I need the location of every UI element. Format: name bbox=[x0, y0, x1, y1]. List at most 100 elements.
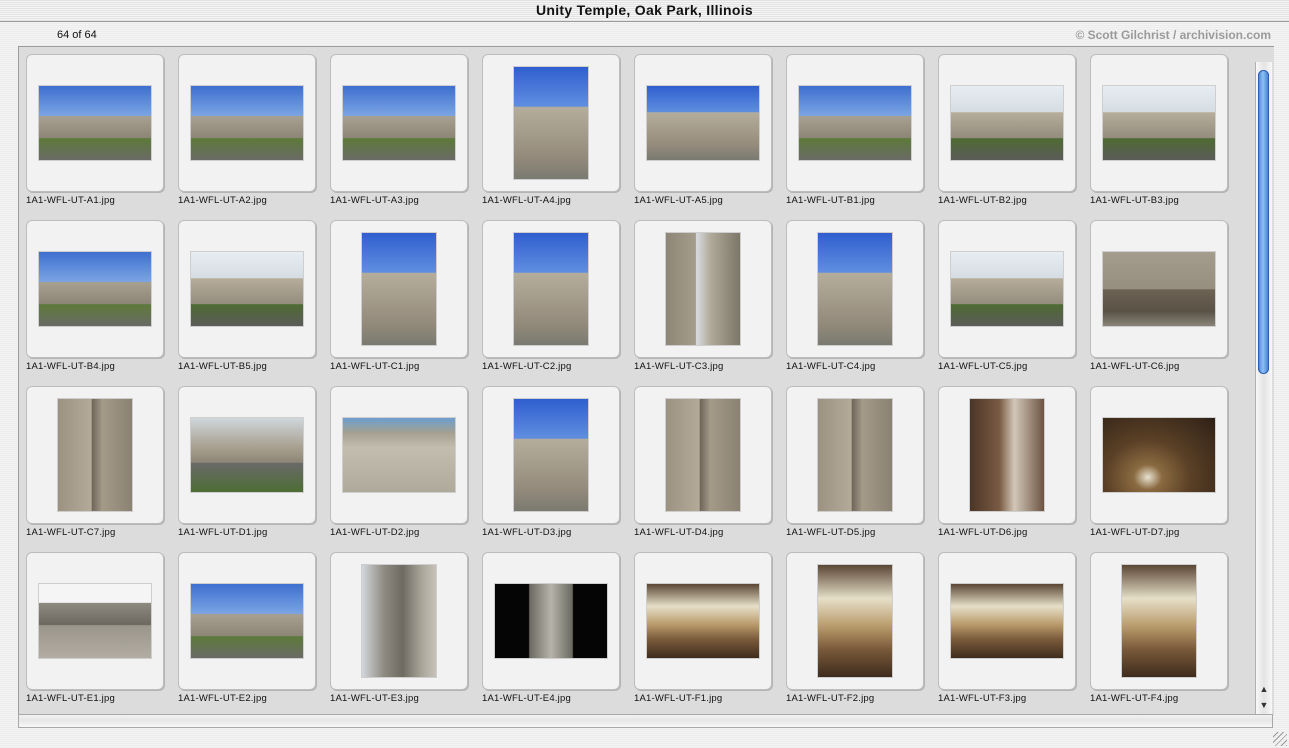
thumbnail-image[interactable] bbox=[951, 86, 1063, 160]
thumbnail-item[interactable]: 1A1-WFL-UT-E4.jpg bbox=[481, 551, 633, 715]
slide-mount[interactable] bbox=[1090, 386, 1228, 524]
thumbnail-image[interactable] bbox=[343, 418, 455, 492]
slide-mount[interactable] bbox=[634, 54, 772, 192]
slide-mount[interactable] bbox=[330, 386, 468, 524]
thumbnail-item[interactable]: 1A1-WFL-UT-B1.jpg bbox=[785, 53, 937, 219]
scroll-down-arrow-icon[interactable]: ▼ bbox=[1257, 698, 1271, 712]
thumbnail-item[interactable]: 1A1-WFL-UT-F2.jpg bbox=[785, 551, 937, 715]
slide-mount[interactable] bbox=[330, 54, 468, 192]
vertical-scrollbar[interactable]: ▲ ▼ bbox=[1255, 62, 1272, 714]
slide-mount[interactable] bbox=[178, 220, 316, 358]
thumbnail-image[interactable] bbox=[39, 86, 151, 160]
slide-mount[interactable] bbox=[330, 220, 468, 358]
thumbnail-image[interactable] bbox=[818, 233, 892, 345]
thumbnail-image[interactable] bbox=[799, 86, 911, 160]
slide-mount[interactable] bbox=[634, 552, 772, 690]
resize-grip-icon[interactable] bbox=[1273, 732, 1287, 746]
thumbnail-item[interactable]: 1A1-WFL-UT-D5.jpg bbox=[785, 385, 937, 551]
thumbnail-item[interactable]: 1A1-WFL-UT-B2.jpg bbox=[937, 53, 1089, 219]
slide-mount[interactable] bbox=[634, 386, 772, 524]
slide-mount[interactable] bbox=[1090, 54, 1228, 192]
thumbnail-item[interactable]: 1A1-WFL-UT-C7.jpg bbox=[25, 385, 177, 551]
thumbnail-item[interactable]: 1A1-WFL-UT-F3.jpg bbox=[937, 551, 1089, 715]
thumbnail-item[interactable]: 1A1-WFL-UT-D2.jpg bbox=[329, 385, 481, 551]
thumbnail-item[interactable]: 1A1-WFL-UT-E1.jpg bbox=[25, 551, 177, 715]
slide-mount[interactable] bbox=[330, 552, 468, 690]
thumbnail-image[interactable] bbox=[191, 86, 303, 160]
thumbnail-image[interactable] bbox=[191, 584, 303, 658]
thumbnail-item[interactable]: 1A1-WFL-UT-A2.jpg bbox=[177, 53, 329, 219]
thumbnail-image[interactable] bbox=[362, 233, 436, 345]
thumbnail-item[interactable]: 1A1-WFL-UT-D7.jpg bbox=[1089, 385, 1241, 551]
slide-mount[interactable] bbox=[786, 220, 924, 358]
scroll-up-arrow-icon[interactable]: ▲ bbox=[1257, 682, 1271, 696]
thumbnail-image[interactable] bbox=[1103, 252, 1215, 326]
thumbnail-image[interactable] bbox=[1103, 418, 1215, 492]
slide-mount[interactable] bbox=[178, 552, 316, 690]
slide-mount[interactable] bbox=[482, 386, 620, 524]
thumbnail-item[interactable]: 1A1-WFL-UT-C4.jpg bbox=[785, 219, 937, 385]
thumbnail-item[interactable]: 1A1-WFL-UT-F1.jpg bbox=[633, 551, 785, 715]
slide-mount[interactable] bbox=[634, 220, 772, 358]
scrollbar-thumb[interactable] bbox=[1258, 70, 1269, 374]
thumbnail-image[interactable] bbox=[58, 399, 132, 511]
thumbnail-item[interactable]: 1A1-WFL-UT-F4.jpg bbox=[1089, 551, 1241, 715]
thumbnail-item[interactable]: 1A1-WFL-UT-A3.jpg bbox=[329, 53, 481, 219]
thumbnail-item[interactable]: 1A1-WFL-UT-A5.jpg bbox=[633, 53, 785, 219]
thumbnail-image[interactable] bbox=[647, 584, 759, 658]
thumbnail-image[interactable] bbox=[191, 252, 303, 326]
thumbnail-item[interactable]: 1A1-WFL-UT-C5.jpg bbox=[937, 219, 1089, 385]
slide-mount[interactable] bbox=[26, 220, 164, 358]
thumbnail-image[interactable] bbox=[514, 67, 588, 179]
thumbnail-image[interactable] bbox=[818, 565, 892, 677]
thumbnail-image[interactable] bbox=[951, 252, 1063, 326]
thumbnail-item[interactable]: 1A1-WFL-UT-E2.jpg bbox=[177, 551, 329, 715]
slide-mount[interactable] bbox=[1090, 552, 1228, 690]
thumbnail-item[interactable]: 1A1-WFL-UT-C1.jpg bbox=[329, 219, 481, 385]
thumbnail-item[interactable]: 1A1-WFL-UT-B3.jpg bbox=[1089, 53, 1241, 219]
thumbnail-item[interactable]: 1A1-WFL-UT-D1.jpg bbox=[177, 385, 329, 551]
slide-mount[interactable] bbox=[26, 552, 164, 690]
slide-mount[interactable] bbox=[26, 386, 164, 524]
thumbnail-item[interactable]: 1A1-WFL-UT-C2.jpg bbox=[481, 219, 633, 385]
thumbnail-image[interactable] bbox=[191, 418, 303, 492]
thumbnail-image[interactable] bbox=[39, 584, 151, 658]
thumbnail-item[interactable]: 1A1-WFL-UT-B4.jpg bbox=[25, 219, 177, 385]
thumbnail-item[interactable]: 1A1-WFL-UT-C6.jpg bbox=[1089, 219, 1241, 385]
slide-mount[interactable] bbox=[938, 54, 1076, 192]
slide-mount[interactable] bbox=[786, 386, 924, 524]
thumbnail-item[interactable]: 1A1-WFL-UT-A4.jpg bbox=[481, 53, 633, 219]
thumbnail-item[interactable]: 1A1-WFL-UT-B5.jpg bbox=[177, 219, 329, 385]
thumbnail-image[interactable] bbox=[343, 86, 455, 160]
thumbnail-item[interactable]: 1A1-WFL-UT-D3.jpg bbox=[481, 385, 633, 551]
slide-mount[interactable] bbox=[482, 220, 620, 358]
slide-mount[interactable] bbox=[178, 386, 316, 524]
slide-mount[interactable] bbox=[178, 54, 316, 192]
slide-mount[interactable] bbox=[938, 220, 1076, 358]
thumbnail-image[interactable] bbox=[970, 399, 1044, 511]
thumbnail-image[interactable] bbox=[514, 399, 588, 511]
slide-mount[interactable] bbox=[786, 54, 924, 192]
thumbnail-image[interactable] bbox=[514, 233, 588, 345]
thumbnail-image[interactable] bbox=[666, 399, 740, 511]
thumbnail-image[interactable] bbox=[39, 252, 151, 326]
slide-mount[interactable] bbox=[786, 552, 924, 690]
slide-mount[interactable] bbox=[938, 386, 1076, 524]
thumbnail-image[interactable] bbox=[666, 233, 740, 345]
thumbnail-item[interactable]: 1A1-WFL-UT-A1.jpg bbox=[25, 53, 177, 219]
slide-mount[interactable] bbox=[938, 552, 1076, 690]
slide-mount[interactable] bbox=[1090, 220, 1228, 358]
thumbnail-item[interactable]: 1A1-WFL-UT-E3.jpg bbox=[329, 551, 481, 715]
window-titlebar[interactable]: Unity Temple, Oak Park, Illinois bbox=[0, 0, 1289, 22]
thumbnail-image[interactable] bbox=[495, 584, 607, 658]
thumbnail-item[interactable]: 1A1-WFL-UT-D4.jpg bbox=[633, 385, 785, 551]
slide-mount[interactable] bbox=[26, 54, 164, 192]
thumbnail-image[interactable] bbox=[1103, 86, 1215, 160]
thumbnail-image[interactable] bbox=[818, 399, 892, 511]
horizontal-scrollbar[interactable] bbox=[18, 714, 1273, 728]
slide-mount[interactable] bbox=[482, 552, 620, 690]
thumbnail-image[interactable] bbox=[362, 565, 436, 677]
thumbnail-image[interactable] bbox=[647, 86, 759, 160]
thumbnail-item[interactable]: 1A1-WFL-UT-D6.jpg bbox=[937, 385, 1089, 551]
slide-mount[interactable] bbox=[482, 54, 620, 192]
